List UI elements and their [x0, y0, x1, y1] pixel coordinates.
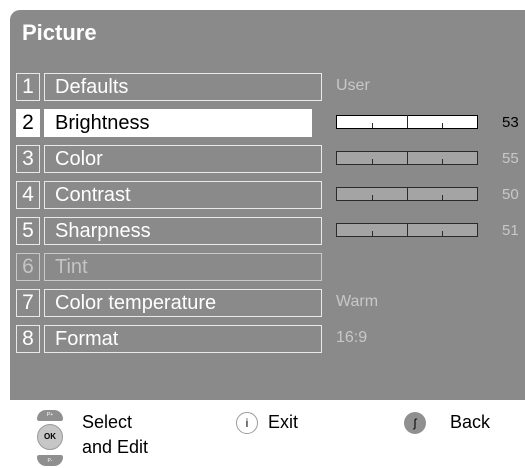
slider-tick [407, 151, 408, 164]
slider-tick [442, 123, 443, 128]
menu-item-label: Color [44, 145, 322, 173]
menu-item-label: Brightness [44, 109, 312, 137]
slider-tick [407, 115, 408, 128]
menu-item-number: 3 [16, 145, 40, 173]
menu-item-number: 4 [16, 181, 40, 209]
nav-down-label: P- [47, 458, 53, 464]
menu-item-number: 7 [16, 289, 40, 317]
slider-value: 51 [502, 222, 519, 239]
level-slider[interactable] [336, 151, 478, 165]
slider-tick [442, 159, 443, 164]
menu-item-label: Contrast [44, 181, 322, 209]
menu-title: Picture [22, 20, 97, 45]
footer-hints: P+ OK P- Select and Edit i Exit ʃ Back [0, 400, 525, 468]
menu-item-label: Defaults [44, 73, 322, 101]
slider-tick [372, 159, 373, 164]
level-slider[interactable] [336, 115, 478, 129]
nav-up-label: P+ [46, 412, 54, 418]
slider-tick [407, 187, 408, 200]
menu-item-number: 5 [16, 217, 40, 245]
menu-item-value: User [336, 77, 370, 94]
slider-tick [442, 195, 443, 200]
slider-value: 55 [502, 150, 519, 167]
select-hint-line2: and Edit [82, 437, 149, 457]
slider-tick [372, 123, 373, 128]
exit-hint: Exit [268, 412, 299, 432]
menu-item-number: 2 [16, 109, 40, 137]
menu-item-number: 1 [16, 73, 40, 101]
back-hint: Back [450, 412, 491, 432]
menu-item-label: Tint [44, 253, 322, 281]
menu-item-label: Format [44, 325, 322, 353]
select-hint-line1: Select [82, 412, 133, 432]
menu-item-number: 6 [16, 253, 40, 281]
level-slider[interactable] [336, 223, 478, 237]
level-slider[interactable] [336, 187, 478, 201]
menu-item-value: Warm [336, 293, 379, 310]
slider-tick [372, 231, 373, 236]
slider-value: 53 [502, 114, 519, 131]
ok-button-icon[interactable]: OK [37, 424, 63, 450]
slider-tick [442, 231, 443, 236]
slider-value: 50 [502, 186, 519, 203]
menu-item-number: 8 [16, 325, 40, 353]
nav-cluster[interactable]: P+ OK P- [35, 410, 65, 466]
back-icon[interactable]: ʃ [404, 412, 426, 434]
slider-tick [407, 223, 408, 236]
info-icon[interactable]: i [236, 412, 258, 434]
slider-tick [372, 195, 373, 200]
menu-item-label: Sharpness [44, 217, 322, 245]
menu-item-value: 16:9 [336, 329, 368, 346]
menu-item-label: Color temperature [44, 289, 322, 317]
